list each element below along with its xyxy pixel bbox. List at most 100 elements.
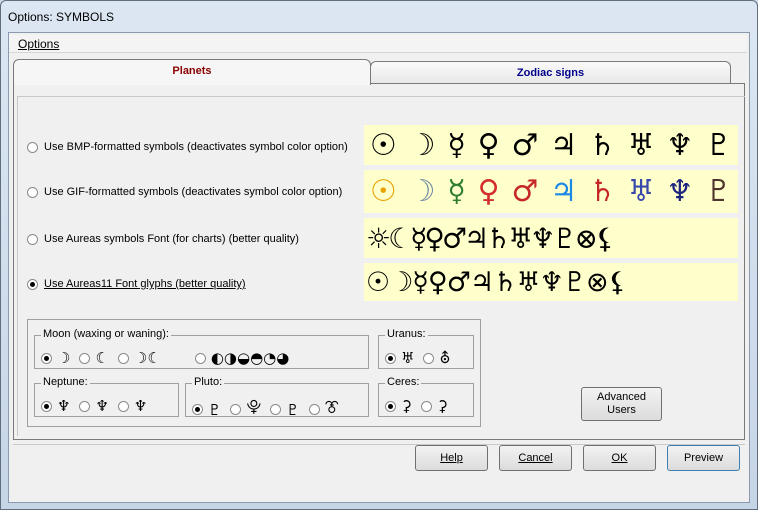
uranus-orb-icon: ⛢ [439,349,451,367]
ok-button-label: OK [611,452,628,464]
ceres-radio-1[interactable] [385,400,396,412]
tab-planets[interactable]: Planets [13,59,371,85]
pluto-pl-icon: ♇ [286,400,300,419]
uranus-gif-icon: ♅ [627,174,655,209]
uranus-option-2[interactable]: ⛢ [423,349,450,367]
saturn-bmp-icon: ♄ [588,127,616,163]
ceres-sickle-icon: ⚳ [401,397,412,415]
option-aureas11-glyphs[interactable]: Use Aureas11 Font glyphs (better quality… [27,276,246,292]
aureas-font-radio[interactable] [27,233,38,245]
gif-symbols-preview: ☉ ☽ ☿ ♀ ♂ ♃ ♄ ♅ ♆ ♇ [364,170,738,213]
uranus-radio-2[interactable] [423,352,435,364]
ceres-options: ⚳ ⚳ [385,397,457,415]
moon-option-1[interactable]: ☽ [41,349,70,367]
bmp-symbols-preview: ☉ ☽ ☿ ♀ ♂ ♃ ♄ ♅ ♆ ♇ [364,125,738,165]
mercury-bmp-icon: ☿ [447,127,466,163]
advanced-users-button[interactable]: Advanced Users [581,387,662,421]
help-button[interactable]: Help [415,445,488,471]
pluto-radio-2[interactable] [230,404,242,415]
neptune-radio-1[interactable] [41,400,52,412]
gif-radio[interactable] [27,186,38,198]
menu-options[interactable]: Options [18,37,59,51]
cancel-button-label: Cancel [518,452,553,464]
pluto-gif-icon: ♇ [705,174,733,209]
neptune-radio-2[interactable] [79,400,91,412]
uranus-group: Uranus: ♅ ⛢ [378,328,474,369]
ceres-group: Ceres: ⚳ ⚳ [378,376,474,417]
moon-option-2[interactable]: ☾ [79,349,109,367]
option-gif-symbols[interactable]: Use GIF-formatted symbols (deactivates s… [27,184,342,200]
neptune-trident-icon: ♆ [57,397,71,415]
neptune-trident-plain-icon: ♆ [133,397,148,415]
neptune-option-2[interactable]: ♆ [79,397,109,415]
neptune-bmp-icon: ♆ [666,127,694,163]
bmp-radio[interactable] [27,141,38,153]
moon-option-3[interactable]: ☽☾ [117,349,161,367]
pluto-option-1[interactable]: ♇ [192,401,221,419]
uranus-radio-1[interactable] [385,352,396,364]
moon-radio-3[interactable] [117,352,129,364]
neptune-option-3[interactable]: ♆ [117,397,148,415]
pluto-bmp-icon: ♇ [705,127,733,163]
ok-button[interactable]: OK [583,445,656,471]
pluto-bident-icon: ⯔ [324,398,339,416]
menu-bar: Options [9,35,747,53]
uranus-option-1[interactable]: ♅ [385,349,414,367]
moon-crescent-left-icon: ☾ [95,349,109,367]
jupiter-bmp-icon: ♃ [550,127,578,163]
moon-option-4[interactable]: ◐◑◒◓◔◕ [194,349,289,367]
bmp-label: Use BMP-formatted symbols (deactivates s… [44,141,348,153]
moon-crescent-icon: ☽ [57,349,71,367]
option-aureas-font[interactable]: Use Aureas symbols Font (for charts) (be… [27,231,299,247]
ceres-option-1[interactable]: ⚳ [385,397,412,415]
neptune-option-1[interactable]: ♆ [41,397,70,415]
saturn-gif-icon: ♄ [588,174,616,209]
tab-zodiac-signs[interactable]: Zodiac signs [370,61,731,85]
ceres-sickle-alt-icon: ⚳ [437,397,448,415]
uranus-h-icon: ♅ [401,349,415,367]
ceres-radio-2[interactable] [421,400,432,412]
neptune-gif-icon: ♆ [666,174,694,209]
moon-radio-1[interactable] [41,352,52,364]
pluto-options: ♇ ⯓ ♇ ⯔ [192,397,348,422]
moon-options: ☽ ☾ ☽☾ ◐◑◒◓◔◕ [41,349,298,367]
option-bmp-symbols[interactable]: Use BMP-formatted symbols (deactivates s… [27,139,348,155]
aureas11-preview: ☉☽☿♀♂♃♄♅♆♇⊗⚸ [364,263,738,301]
gif-label: Use GIF-formatted symbols (deactivates s… [44,186,343,198]
pluto-group: Pluto: ♇ ⯓ ♇ ⯔ [185,376,369,419]
pluto-option-4[interactable]: ⯔ [308,397,339,422]
pluto-radio-1[interactable] [192,404,203,415]
uranus-bmp-icon: ♅ [627,127,655,163]
moon-group: Moon (waxing or waning): ☽ ☾ ☽☾ ◐◑◒◓◔◕ [34,328,369,369]
aureas11-radio[interactable] [27,278,38,290]
pluto-option-3[interactable]: ♇ [270,400,300,419]
sun-gif-icon: ☉ [369,174,397,209]
moon-radio-2[interactable] [79,352,91,364]
pluto-group-label: Pluto: [192,376,225,388]
uranus-group-label: Uranus: [385,328,428,340]
ceres-group-label: Ceres: [385,376,422,388]
help-button-label: Help [440,452,463,464]
window-title: Options: SYMBOLS [8,10,115,24]
pluto-radio-4[interactable] [308,404,320,415]
cancel-button[interactable]: Cancel [499,445,572,471]
neptune-trident-bold-icon: ♆ [95,397,109,415]
preview-button[interactable]: Preview [667,445,740,471]
ceres-option-2[interactable]: ⚳ [421,397,448,415]
neptune-group-label: Neptune: [41,376,90,388]
moon-radio-4[interactable] [194,352,206,364]
neptune-radio-3[interactable] [117,400,129,412]
aureas11-label: Use Aureas11 Font glyphs (better quality… [44,278,246,290]
pluto-orb-icon: ♇ [208,400,222,419]
venus-gif-icon: ♀ [477,174,500,209]
moon-group-label: Moon (waxing or waning): [41,328,171,340]
neptune-group: Neptune: ♆ ♆ ♆ [34,376,179,417]
neptune-options: ♆ ♆ ♆ [41,397,156,415]
mars-bmp-icon: ♂ [511,127,539,163]
moon-gif-icon: ☽ [408,174,436,209]
jupiter-gif-icon: ♃ [550,174,578,209]
pluto-option-2[interactable]: ⯓ [230,397,261,422]
pluto-radio-3[interactable] [270,404,282,415]
aureas-font-label: Use Aureas symbols Font (for charts) (be… [44,233,299,245]
moon-bmp-icon: ☽ [408,127,436,163]
